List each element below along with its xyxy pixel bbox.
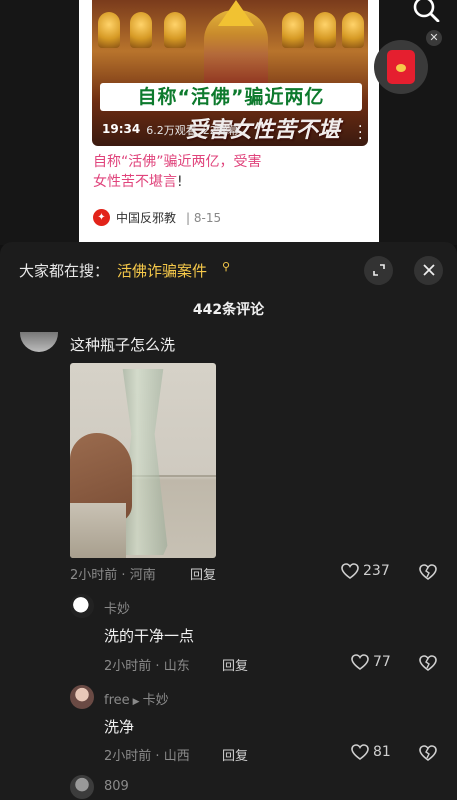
like-count: 81 — [373, 744, 391, 760]
comment-sheet: 大家都在搜： 活佛诈骗案件 ⚲ 442条评论 — [0, 242, 457, 800]
comment-sheet-header: 大家都在搜： 活佛诈骗案件 ⚲ — [0, 242, 457, 300]
reply-meta: 2小时前 · 山西 — [104, 749, 190, 764]
video-thumbnail[interactable]: 自称“活佛”骗近两亿 受害女性苦不堪言! 19:34 6.2万观看 22弹幕 ·… — [92, 0, 368, 146]
expand-icon — [372, 264, 385, 276]
broken-heart-icon[interactable] — [418, 654, 438, 672]
video-area: 自称“活佛”骗近两亿 受害女性苦不堪言! 19:34 6.2万观看 22弹幕 ·… — [0, 0, 457, 245]
caption-line-1: 自称“活佛”骗近两亿，受害 — [93, 154, 262, 170]
caption-line-2: 女性苦不堪言 — [93, 174, 177, 190]
broken-heart-icon[interactable] — [418, 744, 438, 762]
video-headline: 自称“活佛”骗近两亿 — [100, 83, 362, 111]
video-source[interactable]: ✦ 中国反邪教 | 8-15 — [93, 209, 221, 226]
reply-arrow-icon: ▶ — [132, 697, 140, 707]
buddha-statue — [130, 12, 152, 48]
reply-button[interactable]: 回复 — [222, 655, 248, 674]
close-icon[interactable]: ✕ — [426, 30, 442, 46]
reply-to-author[interactable]: 卡妙 — [143, 693, 169, 708]
hot-search-term[interactable]: 活佛诈骗案件 — [117, 260, 207, 281]
video-caption[interactable]: 自称“活佛”骗近两亿，受害 女性苦不堪言! — [93, 152, 293, 192]
reply-text: 洗净 — [104, 718, 135, 736]
video-card[interactable]: 自称“活佛”骗近两亿 受害女性苦不堪言! 19:34 6.2万观看 22弹幕 ·… — [79, 0, 379, 242]
broken-heart-icon[interactable] — [418, 563, 438, 581]
like-count: 237 — [363, 563, 390, 579]
comment-text: 这种瓶子怎么洗 — [70, 336, 176, 354]
caption-end: ! — [177, 174, 183, 190]
red-packet-button[interactable] — [374, 40, 428, 94]
search-icon[interactable] — [410, 0, 440, 22]
video-duration: 19:34 — [102, 122, 141, 136]
buddha-statue — [164, 12, 186, 48]
like-button[interactable]: 81 — [351, 744, 391, 760]
reply-author[interactable]: 卡妙 — [104, 598, 130, 617]
heart-icon — [341, 563, 359, 579]
reply-button[interactable]: 回复 — [222, 745, 248, 764]
reply-author[interactable]: free — [104, 693, 130, 708]
reply-text: 洗的干净一点 — [104, 627, 195, 645]
avatar[interactable] — [70, 775, 94, 799]
red-packet-icon — [387, 50, 415, 84]
video-danmaku: 22弹幕 — [202, 124, 239, 137]
video-views: 6.2万观看 — [146, 124, 197, 137]
reply-author[interactable]: 809 — [104, 779, 129, 794]
avatar[interactable] — [70, 685, 94, 709]
expand-button[interactable] — [364, 256, 393, 285]
like-count: 77 — [373, 654, 391, 670]
buddha-statue — [98, 12, 120, 48]
heart-icon — [351, 654, 369, 670]
buddha-statue — [342, 12, 364, 48]
like-button[interactable]: 77 — [351, 654, 391, 670]
avatar[interactable] — [70, 594, 94, 618]
comment-image[interactable] — [70, 363, 216, 558]
source-name: 中国反邪教 — [116, 211, 177, 225]
like-button[interactable]: 237 — [341, 563, 390, 579]
buddha-statue — [282, 12, 304, 48]
video-overlay-meta: 19:34 6.2万观看 22弹幕 — [102, 122, 239, 138]
comment-meta: 2小时前 · 河南 — [70, 568, 156, 583]
reply-button[interactable]: 回复 — [190, 564, 216, 583]
search-icon[interactable]: ⚲ — [222, 260, 230, 273]
source-date: | 8-15 — [186, 210, 222, 225]
hot-search-label: 大家都在搜： — [19, 262, 110, 280]
heart-icon — [351, 744, 369, 760]
reply-author-line: free ▶ 卡妙 — [104, 689, 169, 708]
sleeve — [70, 503, 126, 558]
source-logo-icon: ✦ — [93, 209, 110, 226]
close-icon — [422, 264, 435, 276]
close-button[interactable] — [414, 256, 443, 285]
buddha-statue — [314, 12, 336, 48]
more-options-icon[interactable]: · · · — [358, 120, 362, 146]
comment-count: 442条评论 — [192, 302, 265, 318]
reply-meta: 2小时前 · 山东 — [104, 659, 190, 674]
